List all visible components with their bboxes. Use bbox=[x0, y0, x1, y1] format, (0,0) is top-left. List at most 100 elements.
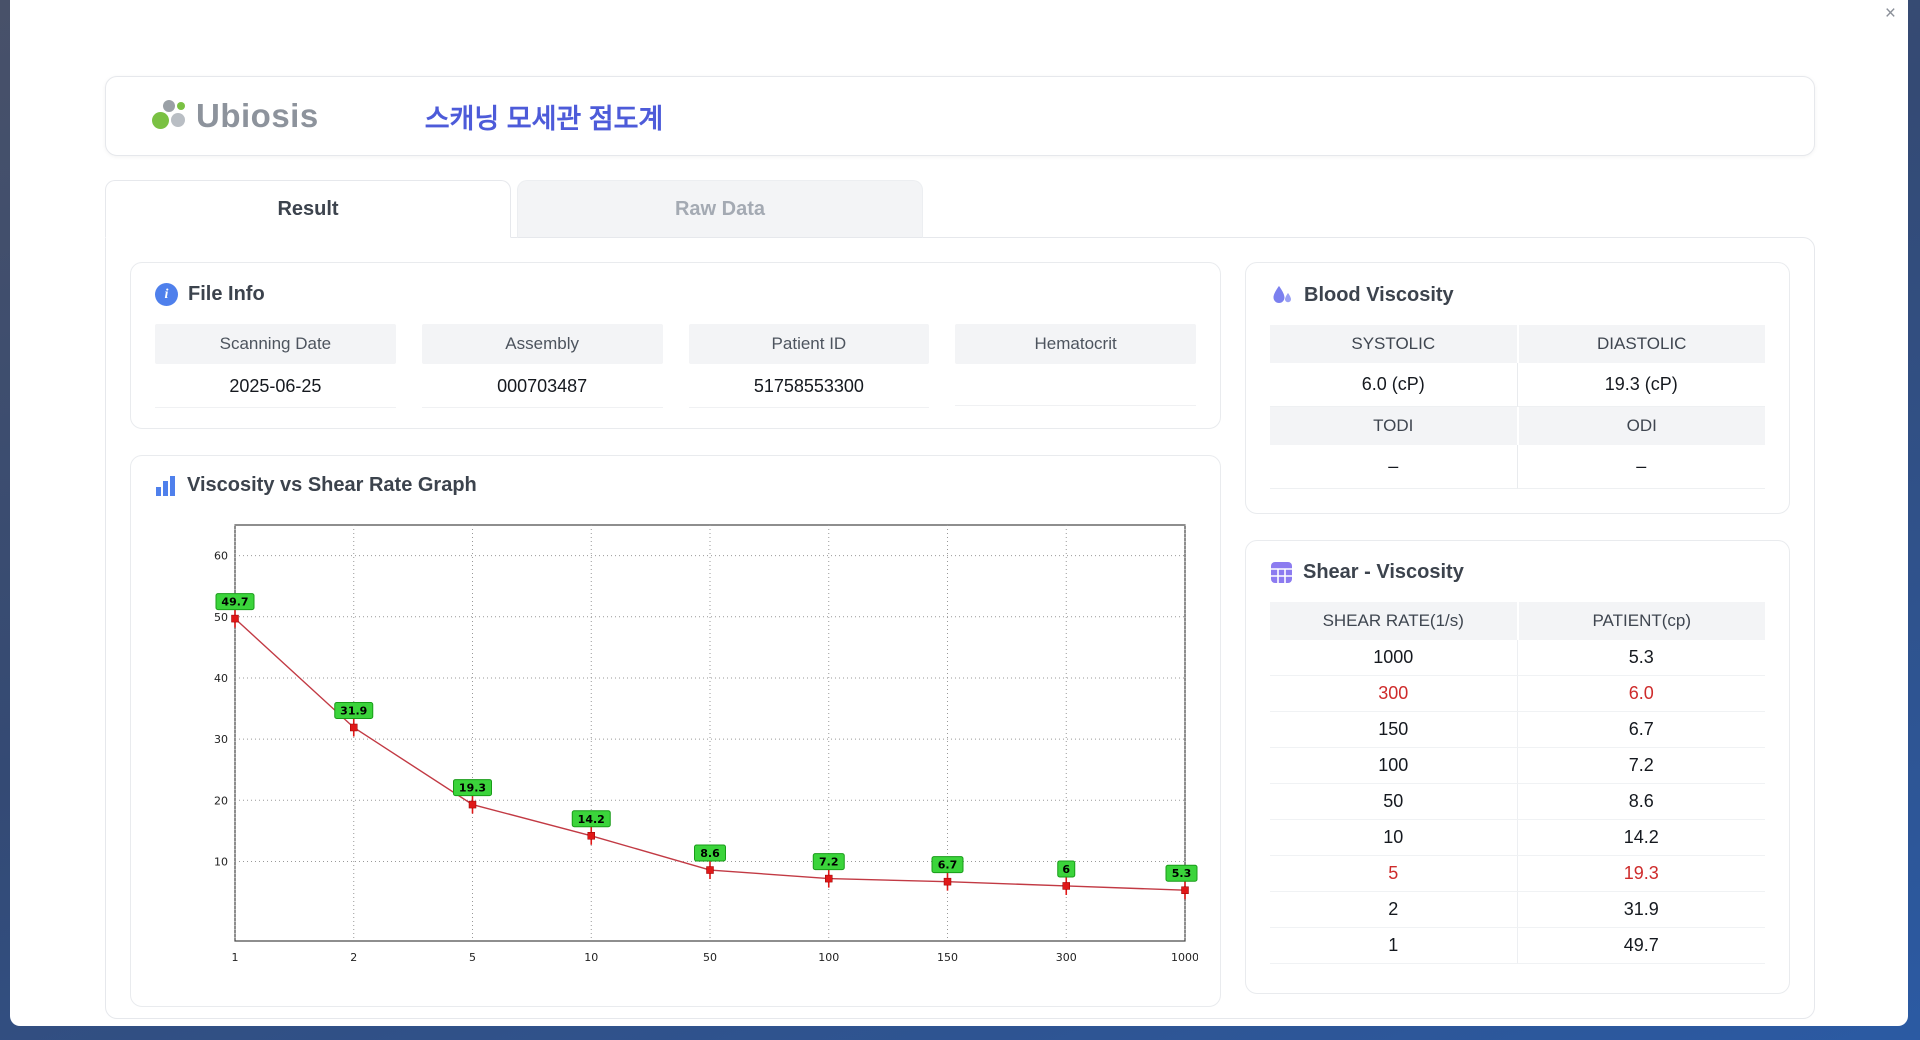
field-label: Assembly bbox=[421, 324, 663, 364]
svg-text:150: 150 bbox=[937, 951, 958, 964]
table-cell-patient: 19.3 bbox=[1517, 856, 1765, 892]
file-info-title-row: i File Info bbox=[155, 283, 1196, 306]
svg-text:6: 6 bbox=[1062, 863, 1070, 876]
bv-header-odi: ODI bbox=[1518, 407, 1765, 445]
table-cell-patient: 7.2 bbox=[1517, 748, 1765, 784]
svg-text:6.7: 6.7 bbox=[938, 859, 958, 872]
svg-text:1000: 1000 bbox=[1171, 951, 1198, 964]
file-info-card: i File Info Scanning Date 2025-06-25 Ass… bbox=[130, 262, 1221, 429]
tab-bar: Result Raw Data bbox=[105, 180, 1815, 238]
field-hematocrit: Hematocrit bbox=[955, 324, 1196, 408]
field-value: 000703487 bbox=[421, 364, 663, 408]
svg-text:19.3: 19.3 bbox=[459, 782, 486, 795]
table-cell-patient: 14.2 bbox=[1517, 820, 1765, 856]
table-cell-shear: 50 bbox=[1270, 784, 1518, 820]
bv-value-systolic: 6.0 (cP) bbox=[1270, 363, 1518, 407]
info-icon: i bbox=[155, 283, 178, 306]
shear-viscosity-table: SHEAR RATE(1/s) PATIENT(cp) 1000 5.3 300… bbox=[1270, 602, 1765, 964]
bv-value-todi: – bbox=[1270, 445, 1518, 489]
svg-text:8.6: 8.6 bbox=[700, 847, 720, 860]
field-value bbox=[955, 364, 1196, 406]
field-assembly: Assembly 000703487 bbox=[421, 324, 663, 408]
svg-text:20: 20 bbox=[214, 794, 228, 807]
field-value: 2025-06-25 bbox=[155, 364, 396, 408]
field-scanning-date: Scanning Date 2025-06-25 bbox=[155, 324, 396, 408]
tab-result-label: Result bbox=[277, 197, 339, 220]
file-info-title: File Info bbox=[188, 283, 265, 305]
table-cell-shear: 150 bbox=[1270, 712, 1518, 748]
svg-text:100: 100 bbox=[818, 951, 839, 964]
svg-text:30: 30 bbox=[214, 733, 228, 746]
table-grid-icon bbox=[1271, 562, 1292, 583]
bv-header-systolic: SYSTOLIC bbox=[1270, 325, 1517, 363]
right-column: Blood Viscosity SYSTOLIC DIASTOLIC 6.0 (… bbox=[1245, 262, 1790, 994]
table-cell-shear: 5 bbox=[1270, 856, 1518, 892]
table-cell-shear: 300 bbox=[1270, 676, 1518, 712]
svg-text:31.9: 31.9 bbox=[340, 704, 367, 717]
bv-value-odi: – bbox=[1517, 445, 1765, 489]
table-cell-shear: 1 bbox=[1270, 928, 1518, 964]
bv-header-diastolic: DIASTOLIC bbox=[1518, 325, 1765, 363]
svg-text:2: 2 bbox=[350, 951, 357, 964]
main-panel: i File Info Scanning Date 2025-06-25 Ass… bbox=[105, 237, 1815, 1019]
close-icon[interactable]: × bbox=[1885, 4, 1896, 23]
column-header-shear-rate: SHEAR RATE(1/s) bbox=[1270, 602, 1517, 640]
svg-text:50: 50 bbox=[703, 951, 717, 964]
svg-text:5.3: 5.3 bbox=[1172, 867, 1192, 880]
svg-text:5: 5 bbox=[469, 951, 476, 964]
table-cell-patient: 8.6 bbox=[1517, 784, 1765, 820]
field-label: Patient ID bbox=[688, 324, 930, 364]
table-cell-shear: 100 bbox=[1270, 748, 1518, 784]
tab-result[interactable]: Result bbox=[105, 180, 511, 238]
bar-chart-icon bbox=[156, 475, 175, 496]
table-cell-patient: 49.7 bbox=[1517, 928, 1765, 964]
bv-header-todi: TODI bbox=[1270, 407, 1517, 445]
svg-text:50: 50 bbox=[214, 611, 228, 624]
field-patient-id: Patient ID 51758553300 bbox=[688, 324, 930, 408]
shear-viscosity-card: Shear - Viscosity SHEAR RATE(1/s) PATIEN… bbox=[1245, 540, 1790, 994]
left-column: i File Info Scanning Date 2025-06-25 Ass… bbox=[130, 262, 1221, 1007]
svg-text:60: 60 bbox=[214, 550, 228, 563]
svg-text:10: 10 bbox=[584, 951, 598, 964]
table-cell-shear: 1000 bbox=[1270, 640, 1518, 676]
table-cell-shear: 2 bbox=[1270, 892, 1518, 928]
ubiosis-logo-icon bbox=[150, 96, 188, 136]
viscosity-shear-chart: 10 20 30 40 50 60 1 2 5 10 50 100 150 300 1000 49.7 31.9… bbox=[193, 515, 1199, 988]
field-label: Scanning Date bbox=[155, 324, 396, 364]
svg-text:1: 1 bbox=[232, 951, 239, 964]
ubiosis-logo: Ubiosis bbox=[150, 96, 319, 136]
app-window: × Ubiosis 스캐닝 모세관 점도계 Result Raw Data i … bbox=[10, 0, 1908, 1026]
header-card: Ubiosis 스캐닝 모세관 점도계 bbox=[105, 76, 1815, 156]
table-cell-patient: 6.0 bbox=[1517, 676, 1765, 712]
svg-text:14.2: 14.2 bbox=[578, 813, 605, 826]
blood-viscosity-title-row: Blood Viscosity bbox=[1270, 283, 1765, 307]
shear-viscosity-title-row: Shear - Viscosity bbox=[1270, 561, 1765, 584]
droplets-icon bbox=[1273, 286, 1291, 303]
logo-text: Ubiosis bbox=[196, 97, 319, 134]
blood-viscosity-table: SYSTOLIC DIASTOLIC 6.0 (cP) 19.3 (cP) TO… bbox=[1270, 325, 1765, 489]
shear-viscosity-title: Shear - Viscosity bbox=[1303, 561, 1464, 583]
content-area: Ubiosis 스캐닝 모세관 점도계 Result Raw Data i Fi… bbox=[10, 0, 1908, 1019]
tab-raw-data-label: Raw Data bbox=[674, 197, 766, 220]
graph-title: Viscosity vs Shear Rate Graph bbox=[187, 474, 477, 496]
table-cell-patient: 6.7 bbox=[1517, 712, 1765, 748]
blood-viscosity-title: Blood Viscosity bbox=[1304, 283, 1454, 306]
field-label: Hematocrit bbox=[955, 324, 1196, 364]
table-cell-shear: 10 bbox=[1270, 820, 1518, 856]
page-title: 스캐닝 모세관 점도계 bbox=[424, 103, 664, 134]
column-header-patient: PATIENT(cp) bbox=[1518, 602, 1765, 640]
graph-title-row: Viscosity vs Shear Rate Graph bbox=[155, 474, 1196, 497]
svg-text:49.7: 49.7 bbox=[221, 596, 248, 609]
viscosity-graph-card: Viscosity vs Shear Rate Graph 10 20 30 40 50… bbox=[130, 455, 1221, 1007]
bv-value-diastolic: 19.3 (cP) bbox=[1517, 363, 1765, 407]
table-cell-patient: 31.9 bbox=[1517, 892, 1765, 928]
svg-text:40: 40 bbox=[214, 672, 228, 685]
svg-text:10: 10 bbox=[214, 855, 228, 868]
field-value: 51758553300 bbox=[688, 364, 930, 408]
tab-raw-data[interactable]: Raw Data bbox=[517, 180, 923, 238]
svg-text:300: 300 bbox=[1056, 951, 1077, 964]
table-cell-patient: 5.3 bbox=[1517, 640, 1765, 676]
blood-viscosity-card: Blood Viscosity SYSTOLIC DIASTOLIC 6.0 (… bbox=[1245, 262, 1790, 514]
svg-text:7.2: 7.2 bbox=[819, 856, 839, 869]
file-info-grid: Scanning Date 2025-06-25 Assembly 000703… bbox=[155, 324, 1196, 408]
